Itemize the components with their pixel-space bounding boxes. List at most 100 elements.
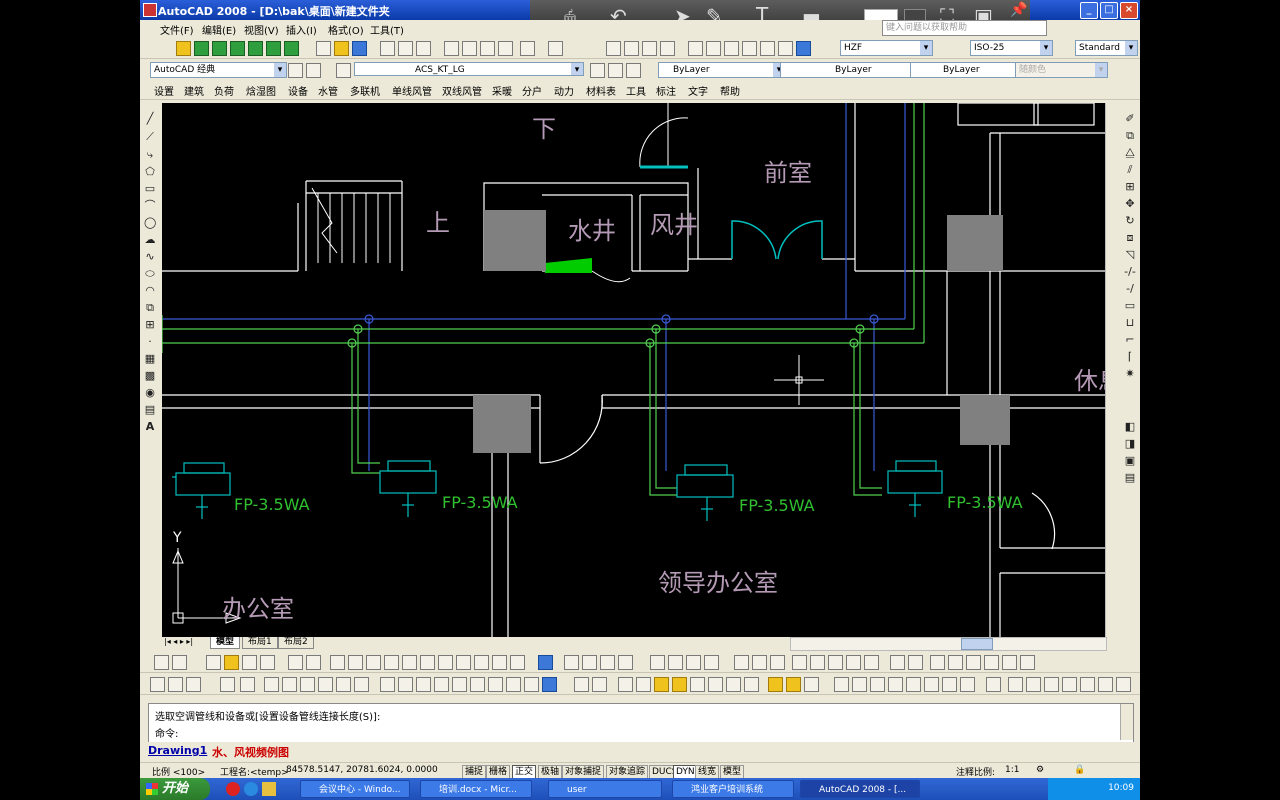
circle-icon[interactable]: ◯ bbox=[144, 217, 156, 229]
taskbar-item-word[interactable]: 培训.docx - Micr... bbox=[420, 780, 532, 798]
fillet-icon[interactable]: ⌈ bbox=[1124, 351, 1136, 363]
bring-above-icon[interactable]: ▣ bbox=[1124, 455, 1136, 467]
save-icon[interactable] bbox=[352, 41, 367, 56]
hy-layer-9-icon[interactable] bbox=[318, 677, 333, 692]
construction-line-icon[interactable]: ⟋ bbox=[144, 131, 156, 143]
hy-modify-12-icon[interactable] bbox=[1044, 677, 1059, 692]
arc-icon[interactable]: ⌒ bbox=[144, 200, 156, 212]
break-icon[interactable]: ▭ bbox=[1124, 300, 1136, 312]
toggle-model[interactable]: 模型 bbox=[720, 765, 745, 779]
publish-icon[interactable] bbox=[416, 41, 431, 56]
menu-view[interactable]: 视图(V) bbox=[244, 22, 279, 37]
quicklaunch-app-icon[interactable] bbox=[226, 782, 240, 796]
hy-layer-8-icon[interactable] bbox=[300, 677, 315, 692]
help-search-input[interactable]: 键入问题以获取帮助 bbox=[882, 20, 1047, 36]
hvac-menu-tools[interactable]: 工具 bbox=[626, 83, 646, 98]
move-icon[interactable]: ✥ bbox=[1124, 198, 1136, 210]
hy-layer-2-icon[interactable] bbox=[168, 677, 183, 692]
hy-text-10-icon[interactable] bbox=[908, 655, 923, 670]
table-style-select[interactable]: Standard bbox=[1075, 40, 1138, 56]
help-icon[interactable] bbox=[796, 41, 811, 56]
gradient-icon[interactable]: ▩ bbox=[144, 370, 156, 382]
hy-dim-17-icon[interactable] bbox=[474, 655, 489, 670]
redo-toolbar-icon[interactable] bbox=[548, 41, 563, 56]
undo-toolbar-icon[interactable] bbox=[520, 41, 535, 56]
hy-tool-3-icon[interactable] bbox=[230, 41, 245, 56]
zoom-previous-icon[interactable] bbox=[660, 41, 675, 56]
hy-text-3-icon[interactable] bbox=[770, 655, 785, 670]
hy-layer-5-icon[interactable] bbox=[240, 677, 255, 692]
spline-icon[interactable]: ∿ bbox=[144, 251, 156, 263]
hy-layer-18-icon[interactable] bbox=[488, 677, 503, 692]
hy-layer-7-icon[interactable] bbox=[282, 677, 297, 692]
ellipse-arc-icon[interactable]: ◠ bbox=[144, 285, 156, 297]
print-preview-icon[interactable] bbox=[398, 41, 413, 56]
hy-dim-5-icon[interactable] bbox=[242, 655, 257, 670]
hvac-menu-equipment[interactable]: 设备 bbox=[288, 83, 308, 98]
hy-layer-1-icon[interactable] bbox=[150, 677, 165, 692]
hy-text-15-icon[interactable] bbox=[1002, 655, 1017, 670]
layer-on-icon[interactable] bbox=[574, 677, 589, 692]
properties-icon[interactable] bbox=[688, 41, 703, 56]
print-icon[interactable] bbox=[380, 41, 395, 56]
layer-lock-1-icon[interactable] bbox=[726, 677, 741, 692]
array-icon[interactable]: ⊞ bbox=[1124, 181, 1136, 193]
explode-icon[interactable]: ✷ bbox=[1124, 368, 1136, 380]
hy-text-16-icon[interactable] bbox=[1020, 655, 1035, 670]
hy-text-7-icon[interactable] bbox=[846, 655, 861, 670]
horizontal-scrollbar[interactable] bbox=[790, 637, 1107, 651]
status-scale[interactable]: 比例 <100> bbox=[152, 765, 205, 778]
hvac-menu-single-duct[interactable]: 单线风管 bbox=[392, 83, 432, 98]
hy-tool-1-icon[interactable] bbox=[194, 41, 209, 56]
maximize-button[interactable]: □ bbox=[1100, 2, 1118, 19]
hy-layer-20-icon[interactable] bbox=[524, 677, 539, 692]
lightbulb-icon[interactable] bbox=[176, 41, 191, 56]
hvac-menu-settings[interactable]: 设置 bbox=[154, 83, 174, 98]
hy-text-1-icon[interactable] bbox=[734, 655, 749, 670]
menu-insert[interactable]: 插入(I) bbox=[286, 22, 317, 37]
hy-dim-1-icon[interactable] bbox=[154, 655, 169, 670]
new-file-icon[interactable] bbox=[316, 41, 331, 56]
doc-tab-drawing1[interactable]: Drawing1 bbox=[148, 744, 207, 757]
fan-coil-unit-2[interactable] bbox=[379, 460, 437, 517]
toggle-lineweight[interactable]: 线宽 bbox=[695, 765, 720, 779]
layer-bulb-3-icon[interactable] bbox=[768, 677, 783, 692]
hy-dim-14-icon[interactable] bbox=[420, 655, 435, 670]
hy-layer-16-icon[interactable] bbox=[452, 677, 467, 692]
hy-modify-2-icon[interactable] bbox=[852, 677, 867, 692]
chamfer-icon[interactable]: ⌐ bbox=[1124, 334, 1136, 346]
stretch-icon[interactable]: ◹ bbox=[1124, 249, 1136, 261]
horizontal-scroll-thumb[interactable] bbox=[961, 638, 993, 650]
hvac-menu-building[interactable]: 建筑 bbox=[184, 83, 204, 98]
hvac-menu-water-pipe[interactable]: 水管 bbox=[318, 83, 338, 98]
hatch-icon[interactable]: ▦ bbox=[144, 353, 156, 365]
hy-anno-2-icon[interactable] bbox=[582, 655, 597, 670]
close-button[interactable]: × bbox=[1120, 2, 1138, 19]
rotate-icon[interactable]: ↻ bbox=[1124, 215, 1136, 227]
hy-dim-16-icon[interactable] bbox=[456, 655, 471, 670]
command-window[interactable]: 选取空调管线和设备或[设置设备管线连接长度(S)]: 命令: bbox=[148, 703, 1134, 743]
hy-dim-4-icon[interactable] bbox=[224, 655, 239, 670]
annotation-scale-value[interactable]: 1:1 bbox=[1005, 765, 1019, 775]
toggle-osnap[interactable]: 对象捕捉 bbox=[562, 765, 605, 779]
layer-off-icon[interactable] bbox=[592, 677, 607, 692]
hy-modify-8-icon[interactable] bbox=[960, 677, 975, 692]
hy-layer-15-icon[interactable] bbox=[434, 677, 449, 692]
hy-text-4-icon[interactable] bbox=[792, 655, 807, 670]
taskbar-item-training[interactable]: 鸿业客户培训系统 bbox=[672, 780, 794, 798]
hy-layer-help-icon[interactable] bbox=[542, 677, 557, 692]
hy-text-11-icon[interactable] bbox=[930, 655, 945, 670]
minimize-button[interactable]: _ bbox=[1080, 2, 1098, 19]
hvac-menu-help[interactable]: 帮助 bbox=[720, 83, 740, 98]
hy-dim-10-icon[interactable] bbox=[348, 655, 363, 670]
hy-dim-9-icon[interactable] bbox=[330, 655, 345, 670]
layer-sun-3-icon[interactable] bbox=[786, 677, 801, 692]
menu-file[interactable]: 文件(F) bbox=[160, 22, 194, 37]
table-icon[interactable]: ▤ bbox=[144, 404, 156, 416]
erase-icon[interactable]: ✐ bbox=[1124, 113, 1136, 125]
hvac-menu-household[interactable]: 分户 bbox=[522, 83, 542, 98]
tab-model[interactable]: 模型 bbox=[210, 637, 241, 649]
taskbar-item-autocad[interactable]: AutoCAD 2008 - [... bbox=[800, 780, 920, 798]
hvac-menu-dimension[interactable]: 标注 bbox=[656, 83, 676, 98]
hy-modify-13-icon[interactable] bbox=[1062, 677, 1077, 692]
